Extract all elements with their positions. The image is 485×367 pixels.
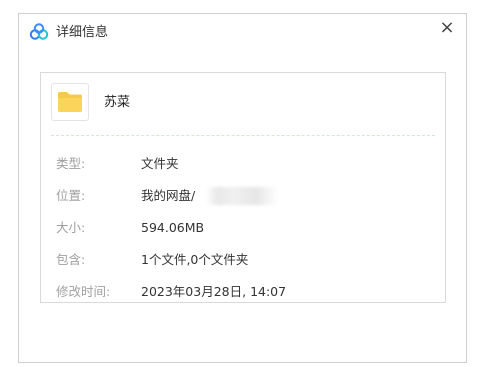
close-icon: × [439, 17, 455, 38]
title-bar: 详细信息 × [19, 14, 466, 50]
property-row-type: 类型: 文件夹 [56, 154, 435, 174]
blurred-path-redaction [206, 187, 278, 205]
file-icon-box [51, 83, 89, 121]
modified-time-value: 2023年03月28日, 14:07 [141, 284, 287, 299]
type-value: 文件夹 [141, 156, 179, 171]
close-button[interactable]: × [436, 17, 458, 39]
divider [51, 135, 435, 136]
property-row-contains: 包含: 1个文件,0个文件夹 [56, 250, 435, 270]
file-header: 苏菜 [41, 73, 445, 136]
location-value: 我的网盘/ [141, 188, 196, 203]
folder-icon [57, 91, 83, 117]
info-card: 苏菜 类型: 文件夹 位置: 我的网盘/ 大小: 594.06MB 包含: 1个… [40, 72, 446, 303]
dialog-title: 详细信息 [56, 25, 109, 40]
property-row-size: 大小: 594.06MB [56, 218, 435, 238]
contains-label: 包含: [56, 252, 86, 267]
file-name: 苏菜 [104, 95, 131, 110]
contains-value: 1个文件,0个文件夹 [141, 252, 249, 267]
location-label: 位置: [56, 188, 86, 203]
size-value: 594.06MB [141, 220, 205, 235]
property-row-modified: 修改时间: 2023年03月28日, 14:07 [56, 282, 435, 302]
property-row-location: 位置: 我的网盘/ [56, 186, 435, 206]
size-label: 大小: [56, 220, 86, 235]
type-label: 类型: [56, 156, 86, 171]
modified-time-label: 修改时间: [56, 284, 111, 299]
details-dialog: 详细信息 × 苏菜 类型: 文件夹 位置: 我的网盘/ 大小: 594.06MB… [18, 13, 467, 363]
baidu-netdisk-cloud-icon [29, 23, 49, 41]
